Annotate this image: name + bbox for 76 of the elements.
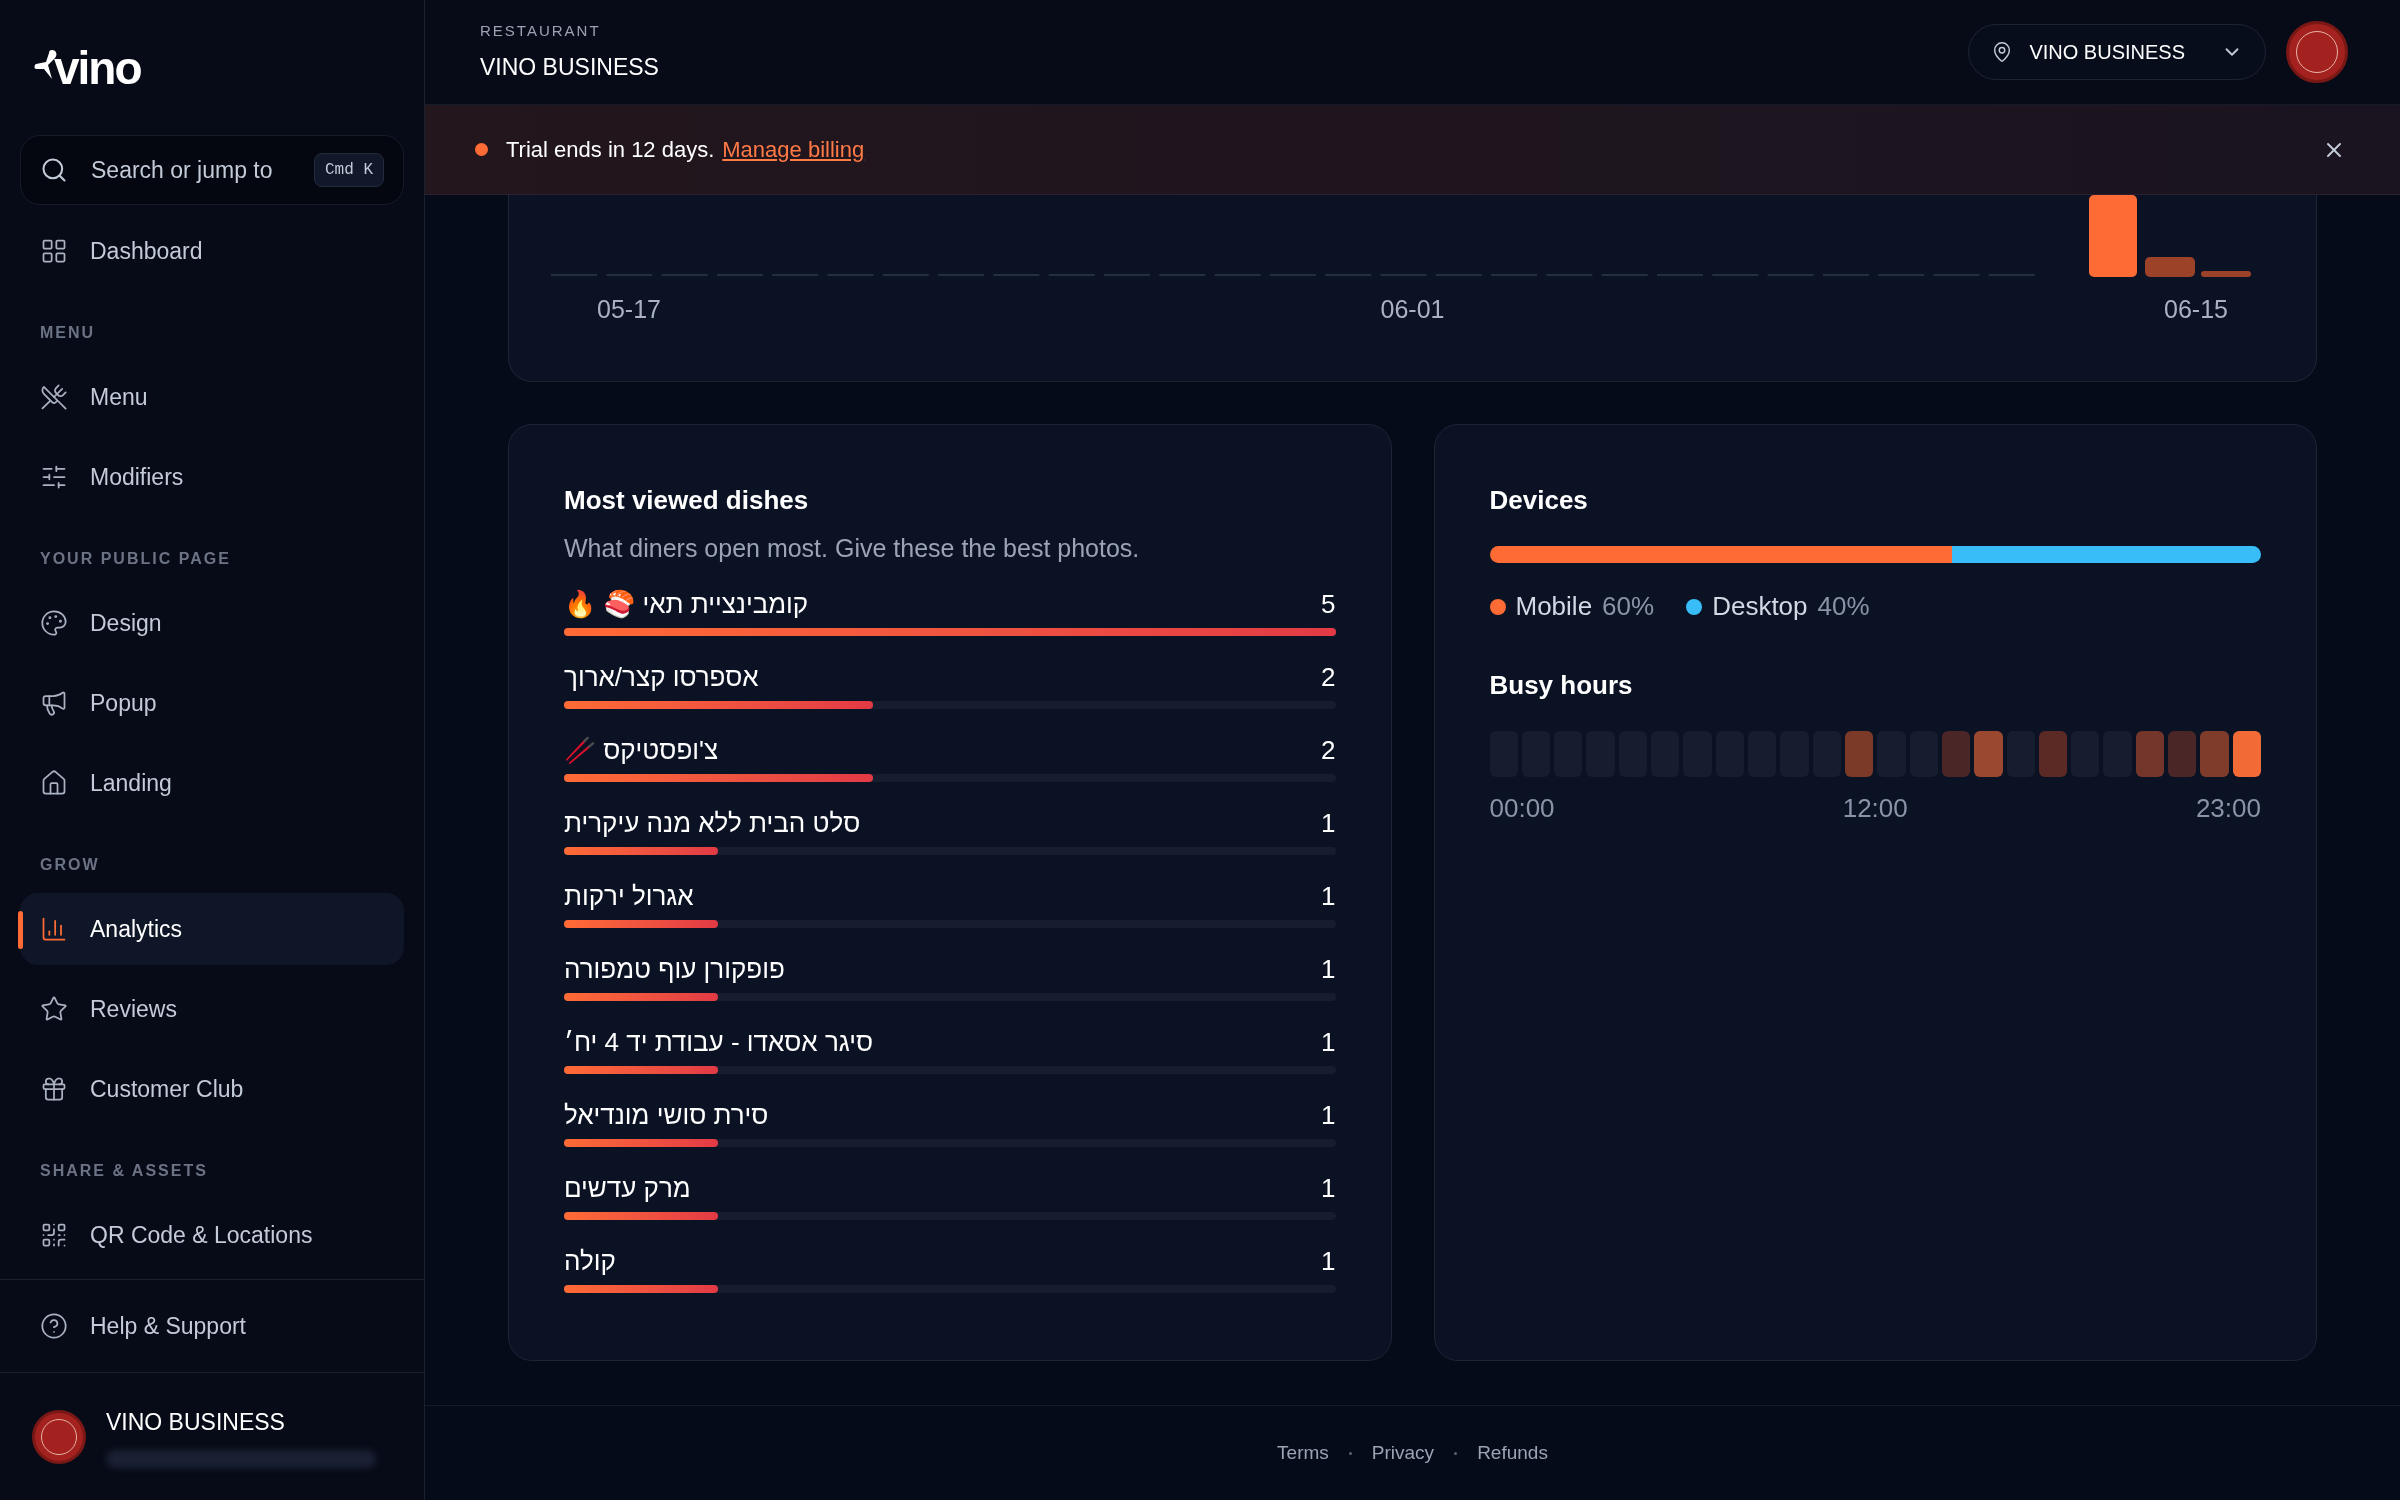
- view-count: 2: [1321, 733, 1336, 766]
- help-icon: [40, 1312, 68, 1340]
- dish-name: צ'ופסטיקס 🥢: [564, 733, 719, 766]
- axis-label: 06-01: [1380, 294, 1445, 325]
- sidebar-item[interactable]: QR Code & Locations: [20, 1199, 404, 1271]
- sliders-icon: [40, 463, 68, 491]
- location-selector[interactable]: VINO BUSINESS: [1968, 24, 2266, 80]
- avatar: [32, 1409, 86, 1464]
- sidebar-item[interactable]: Design: [20, 587, 404, 659]
- gift-icon: [40, 1075, 68, 1103]
- view-count: 2: [1321, 660, 1336, 693]
- dish-name: קומבינציית תאי 🍣 🔥: [564, 587, 809, 620]
- sidebar-item[interactable]: Analytics: [20, 893, 404, 965]
- view-count: 1: [1321, 1025, 1336, 1058]
- view-count: 1: [1321, 1244, 1336, 1277]
- view-count: 5: [1321, 587, 1336, 620]
- legend-label: Mobile: [1515, 590, 1593, 623]
- dish-name: פופקורן עוף טמפורה: [564, 952, 785, 985]
- section-heading: MENU: [39, 323, 97, 343]
- user-name: VINO BUSINESS: [106, 1408, 286, 1438]
- house-icon: [40, 769, 68, 797]
- footer-link[interactable]: Refunds: [1477, 1438, 1548, 1468]
- axis-label: 06-15: [2164, 294, 2228, 325]
- vino-logo[interactable]: vino: [34, 44, 141, 91]
- view-count: 1: [1321, 1098, 1336, 1131]
- sidebar-item[interactable]: Popup: [20, 667, 404, 739]
- active-indicator: [18, 911, 23, 949]
- view-count: 1: [1321, 1171, 1336, 1204]
- view-count: 1: [1321, 952, 1336, 985]
- sidebar-item[interactable]: Dashboard: [20, 215, 404, 287]
- sidebar-item[interactable]: Help & Support: [20, 1290, 404, 1362]
- chart-bar: [2201, 271, 2251, 277]
- bar-chart-icon: [40, 915, 68, 943]
- hour-label: 12:00: [1842, 792, 1908, 825]
- sidebar-item[interactable]: Landing: [20, 747, 404, 819]
- megaphone-icon: [40, 689, 68, 717]
- card-title: Most viewed dishes: [564, 484, 810, 517]
- hour-label: 23:00: [2195, 792, 2261, 825]
- search-icon: [40, 156, 68, 184]
- qr-code-icon: [40, 1221, 68, 1249]
- restaurant-name: VINO BUSINESS: [480, 53, 659, 82]
- dish-name: סירת סושי מונדיאל: [564, 1098, 769, 1131]
- billing-link[interactable]: Manage billing: [722, 133, 865, 166]
- banner-message: Trial ends in 12 days.: [506, 136, 715, 164]
- sidebar-item[interactable]: Customer Club: [20, 1053, 404, 1125]
- section-title: Busy hours: [1489, 669, 1634, 702]
- legend-value: 40%: [1817, 590, 1870, 623]
- dish-name: סלט הבית ללא מנה עיקרית: [564, 806, 861, 839]
- dish-name: מרק עדשים: [564, 1171, 691, 1204]
- eyebrow-label: RESTAURANT: [480, 20, 602, 41]
- sidebar-item[interactable]: Modifiers: [20, 441, 404, 513]
- palette-icon: [40, 609, 68, 637]
- dish-name: אגרול ירקות: [564, 879, 694, 912]
- card-subtitle: What diners open most. Give these the best photos.: [564, 533, 1141, 564]
- legend-label: Desktop: [1712, 590, 1808, 623]
- dish-name: סיגר אסאדו - עבודת יד 4 יח׳: [564, 1025, 874, 1058]
- sidebar-item[interactable]: Menu: [20, 361, 404, 433]
- legend-value: 60%: [1602, 590, 1655, 623]
- section-heading: GROW: [39, 855, 101, 875]
- dish-name: אספרסו קצר/ארוך: [564, 660, 759, 693]
- dish-name: קולה: [564, 1244, 616, 1277]
- section-heading: SHARE & ASSETS: [39, 1161, 209, 1181]
- axis-label: 05-17: [597, 294, 661, 325]
- view-count: 1: [1321, 806, 1336, 839]
- grid-icon: [40, 237, 68, 265]
- utensils-icon: [40, 383, 68, 411]
- shortcut-key: Cmd K: [314, 153, 384, 187]
- footer-link[interactable]: Terms: [1277, 1438, 1329, 1468]
- hour-label: 00:00: [1489, 792, 1555, 825]
- sidebar-item[interactable]: Reviews: [20, 973, 404, 1045]
- section-heading: YOUR PUBLIC PAGE: [39, 549, 232, 569]
- star-icon: [40, 995, 68, 1023]
- chart-bar: [2145, 257, 2195, 277]
- footer-link[interactable]: Privacy: [1371, 1438, 1435, 1468]
- card-title: Devices: [1489, 484, 1589, 517]
- view-count: 1: [1321, 879, 1336, 912]
